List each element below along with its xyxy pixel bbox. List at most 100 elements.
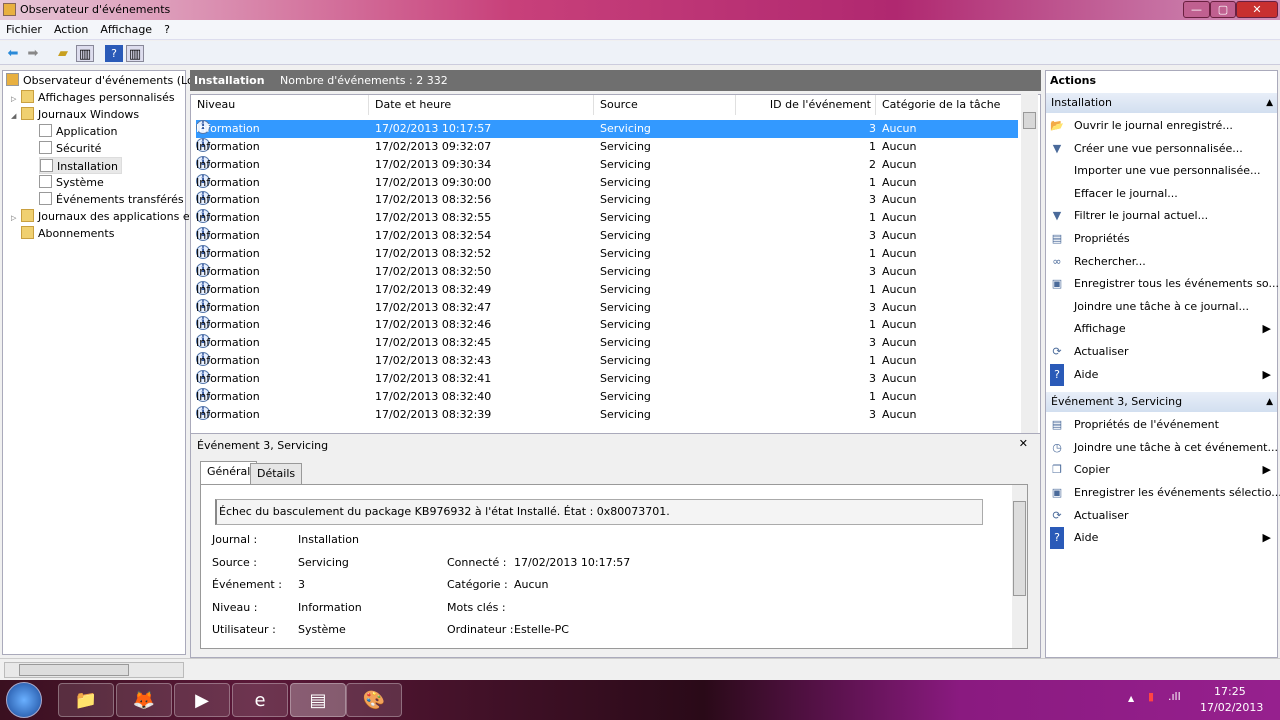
action-item[interactable]: Affichage ▶ bbox=[1050, 318, 1275, 340]
close-button[interactable]: ✕ bbox=[1236, 1, 1278, 18]
show-hidden-icons[interactable]: ▲ bbox=[1128, 694, 1134, 703]
menu-action[interactable]: Action bbox=[48, 20, 94, 39]
menu-affichage[interactable]: Affichage bbox=[94, 20, 158, 39]
action-label: Aide bbox=[1074, 367, 1099, 381]
tree-item[interactable]: Abonnements bbox=[11, 225, 114, 242]
table-row[interactable]: i Information 17/02/2013 08:32:49 Servici… bbox=[196, 280, 1018, 299]
table-row[interactable]: i Information 17/02/2013 09:32:07 Servici… bbox=[196, 137, 1018, 156]
firefox-icon[interactable]: 🦊 bbox=[116, 683, 172, 717]
table-row[interactable]: i Information 17/02/2013 08:32:41 Servici… bbox=[196, 369, 1018, 388]
back-icon[interactable]: ⬅ bbox=[4, 45, 22, 62]
network-icon[interactable]: .ıll bbox=[1168, 690, 1181, 703]
tree-item[interactable]: ▷ Affichages personnalisés bbox=[11, 89, 175, 106]
show-tree-icon[interactable]: ▥ bbox=[76, 45, 94, 62]
media-player-icon[interactable]: ▶ bbox=[174, 683, 230, 717]
tree-item[interactable]: ▷ Journaux des applications et bbox=[11, 208, 194, 225]
close-detail-icon[interactable]: ✕ bbox=[1019, 437, 1028, 450]
table-row[interactable]: i Information 17/02/2013 09:30:00 Servici… bbox=[196, 173, 1018, 192]
actions-section-header[interactable]: Installation ▲ bbox=[1046, 93, 1277, 113]
menu-help[interactable]: ? bbox=[158, 20, 176, 39]
clock-time[interactable]: 17:25 bbox=[1214, 685, 1246, 698]
action-item[interactable]: ▤ Propriétés de l'événement bbox=[1050, 414, 1275, 436]
event-detail-pane: Événement 3, Servicing ✕ Général Détails… bbox=[190, 433, 1041, 658]
action-item[interactable]: ▼ Filtrer le journal actuel... bbox=[1050, 205, 1275, 227]
scroll-thumb[interactable] bbox=[1023, 112, 1036, 129]
start-button[interactable] bbox=[6, 682, 42, 718]
action-item[interactable]: ⟳ Actualiser bbox=[1050, 505, 1275, 527]
category-cell: Aucun bbox=[882, 318, 917, 332]
action-item[interactable]: ? Aide ▶ bbox=[1050, 527, 1275, 550]
action-item[interactable]: Importer une vue personnalisée... bbox=[1050, 160, 1275, 182]
scroll-thumb[interactable] bbox=[1013, 501, 1026, 596]
detail-scrollbar[interactable] bbox=[1012, 485, 1027, 648]
show-actions-icon[interactable]: ▥ bbox=[126, 45, 144, 62]
tree-item[interactable]: Événements transférés bbox=[39, 191, 184, 208]
column-niveau[interactable]: Niveau bbox=[191, 95, 369, 115]
table-row[interactable]: i Information 17/02/2013 08:32:39 Servici… bbox=[196, 405, 1018, 424]
clock-date[interactable]: 17/02/2013 bbox=[1200, 701, 1263, 714]
tree-item[interactable]: Système bbox=[39, 174, 104, 191]
collapse-icon[interactable]: ▲ bbox=[1266, 392, 1273, 412]
expander-icon[interactable]: ◢ bbox=[11, 108, 21, 125]
section-title: Installation bbox=[1051, 96, 1112, 109]
table-row[interactable]: i Information 17/02/2013 08:32:47 Servici… bbox=[196, 298, 1018, 317]
action-item[interactable]: Joindre une tâche à ce journal... bbox=[1050, 296, 1275, 318]
event-viewer-task-icon[interactable]: ▤ bbox=[290, 683, 346, 717]
action-item[interactable]: ⟳ Actualiser bbox=[1050, 341, 1275, 363]
category-cell: Aucun bbox=[882, 282, 917, 296]
tree-item[interactable]: Installation bbox=[39, 157, 122, 174]
tree-hscrollbar[interactable] bbox=[4, 662, 184, 678]
column-date[interactable]: Date et heure bbox=[369, 95, 594, 115]
submenu-arrow-icon: ▶ bbox=[1262, 463, 1271, 477]
table-row[interactable]: i Information 17/02/2013 08:32:43 Servici… bbox=[196, 352, 1018, 370]
scroll-thumb[interactable] bbox=[19, 664, 129, 676]
action-item[interactable]: 📂 Ouvrir le journal enregistré... bbox=[1050, 115, 1275, 137]
tree-root[interactable]: Observateur d'événements (Local) bbox=[6, 72, 214, 89]
tab-general[interactable]: Général bbox=[200, 461, 258, 485]
table-row[interactable]: i Information 17/02/2013 08:32:52 Servici… bbox=[196, 244, 1018, 263]
explorer-icon[interactable]: 📁 bbox=[58, 683, 114, 717]
table-row[interactable]: i Information 17/02/2013 08:32:45 Servici… bbox=[196, 334, 1018, 352]
tree-item[interactable]: ◢ Journaux Windows bbox=[11, 106, 139, 123]
column-category[interactable]: Catégorie de la tâche bbox=[876, 95, 1022, 115]
action-item[interactable]: ▼ Créer une vue personnalisée... bbox=[1050, 138, 1275, 160]
action-item[interactable]: ∞ Rechercher... bbox=[1050, 251, 1275, 273]
column-event-id[interactable]: ID de l'événement bbox=[736, 95, 876, 115]
up-folder-icon[interactable]: ▰ bbox=[54, 45, 72, 62]
category-cell: Aucun bbox=[882, 300, 917, 314]
table-row[interactable]: i Information 17/02/2013 09:30:34 Servici… bbox=[196, 155, 1018, 174]
menu-fichier[interactable]: Fichier bbox=[0, 20, 48, 39]
minimize-button[interactable]: — bbox=[1183, 1, 1210, 18]
category-cell: Aucun bbox=[882, 211, 917, 225]
table-row[interactable]: i Information 17/02/2013 08:32:50 Servici… bbox=[196, 262, 1018, 281]
source-cell: Servicing bbox=[600, 282, 651, 296]
power-icon[interactable]: ▮ bbox=[1148, 690, 1154, 703]
action-item[interactable]: ? Aide ▶ bbox=[1050, 363, 1275, 386]
log-name: Installation bbox=[194, 74, 265, 87]
action-item[interactable]: ❐ Copier ▶ bbox=[1050, 459, 1275, 481]
help-icon[interactable]: ? bbox=[105, 45, 123, 62]
tree-item[interactable]: Sécurité bbox=[39, 140, 101, 157]
table-row[interactable]: i Information 17/02/2013 08:32:46 Servici… bbox=[196, 316, 1018, 334]
table-row[interactable]: i Information 17/02/2013 08:32:55 Servici… bbox=[196, 209, 1018, 227]
action-item[interactable]: ▣ Enregistrer tous les événements so... bbox=[1050, 273, 1279, 295]
actions-section-header[interactable]: Événement 3, Servicing ▲ bbox=[1046, 392, 1277, 413]
tree-item[interactable]: Application bbox=[39, 123, 117, 140]
table-row[interactable]: i Information 17/02/2013 08:32:56 Servici… bbox=[196, 191, 1018, 209]
collapse-icon[interactable]: ▲ bbox=[1266, 93, 1273, 113]
table-row[interactable]: i Information 17/02/2013 10:17:57 Servici… bbox=[196, 120, 1018, 138]
internet-explorer-icon[interactable]: e bbox=[232, 683, 288, 717]
list-scrollbar[interactable] bbox=[1021, 94, 1038, 477]
column-source[interactable]: Source bbox=[594, 95, 736, 115]
paint-icon[interactable]: 🎨 bbox=[346, 683, 402, 717]
maximize-button[interactable]: ▢ bbox=[1210, 1, 1236, 18]
tree-item-label: Application bbox=[56, 125, 118, 138]
forward-icon[interactable]: ➡ bbox=[24, 45, 42, 62]
action-item[interactable]: ▤ Propriétés bbox=[1050, 228, 1275, 250]
action-item[interactable]: Effacer le journal... bbox=[1050, 183, 1275, 205]
table-row[interactable]: i Information 17/02/2013 08:32:40 Servici… bbox=[196, 387, 1018, 406]
action-item[interactable]: ▣ Enregistrer les événements sélectio... bbox=[1050, 482, 1280, 504]
tab-details[interactable]: Détails bbox=[250, 463, 303, 485]
action-item[interactable]: ◷ Joindre une tâche à cet événement... bbox=[1050, 437, 1278, 459]
table-row[interactable]: i Information 17/02/2013 08:32:54 Servici… bbox=[196, 227, 1018, 245]
